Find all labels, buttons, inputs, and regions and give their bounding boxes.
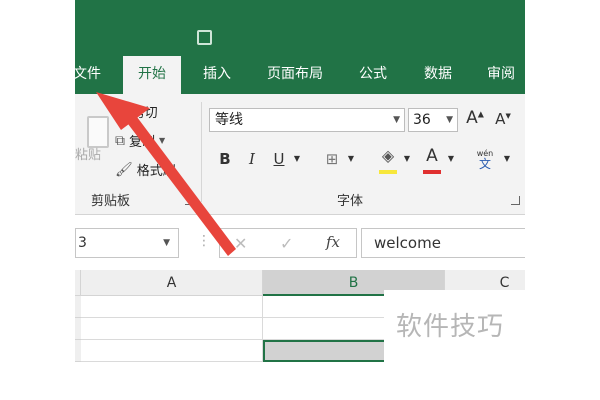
- grow-font-icon: A: [466, 108, 478, 128]
- copy-label: 复制: [129, 135, 156, 150]
- chevron-down-icon[interactable]: ▼: [445, 154, 457, 163]
- cell-a1[interactable]: [81, 296, 263, 318]
- tab-insert[interactable]: 插入: [193, 56, 241, 94]
- tab-formulas[interactable]: 公式: [351, 56, 395, 94]
- chevron-down-icon: ▼: [159, 136, 166, 145]
- title-bar: [75, 0, 525, 56]
- clipboard-group-label: 剪贴板: [91, 194, 131, 209]
- paste-label: 粘贴: [75, 148, 102, 163]
- font-group-label: 字体: [337, 194, 364, 209]
- formula-input[interactable]: welcome: [361, 228, 525, 258]
- underline-button[interactable]: U: [269, 150, 289, 168]
- tab-file[interactable]: 文件: [75, 56, 103, 94]
- chevron-down-icon[interactable]: ▼: [401, 154, 413, 163]
- phonetic-guide-button[interactable]: wén 文: [471, 148, 499, 170]
- paint-bucket-icon: ◈: [381, 146, 395, 165]
- formula-buttons: ✕ ✓ fx: [219, 228, 357, 258]
- font-name-select[interactable]: 等线 ▼: [209, 108, 405, 132]
- tab-page-layout[interactable]: 页面布局: [257, 56, 333, 94]
- copy-icon: ⧉: [115, 132, 125, 149]
- bold-button[interactable]: B: [215, 150, 235, 168]
- ribbon-tabs: 文件 开始 插入 页面布局 公式 数据 审阅: [75, 56, 525, 94]
- clipboard-launcher-icon[interactable]: [185, 196, 194, 205]
- grow-font-button[interactable]: A▲: [465, 108, 485, 128]
- shrink-font-button[interactable]: A▼: [493, 110, 513, 128]
- chevron-down-icon[interactable]: ▼: [291, 154, 303, 163]
- enter-icon[interactable]: ✓: [280, 234, 293, 253]
- tab-review[interactable]: 审阅: [479, 56, 523, 94]
- drag-handle-icon[interactable]: ⋮: [197, 234, 211, 248]
- font-color-button[interactable]: A: [421, 146, 443, 174]
- ribbon-home: 粘贴 ✂ 剪切 ⧉ 复制 ▼ 🖌 格式刷 剪贴板 等线 ▼ 36 ▼ A▲ A▼…: [75, 94, 525, 215]
- watermark-text: 软件技巧: [396, 312, 505, 342]
- chevron-down-icon: ▼: [163, 238, 170, 248]
- name-box-value: 3: [78, 235, 87, 251]
- format-painter-button[interactable]: 🖌 格式刷: [115, 160, 176, 180]
- name-box[interactable]: 3 ▼: [75, 228, 179, 258]
- font-name-value: 等线: [215, 112, 243, 128]
- chevron-down-icon[interactable]: ▼: [501, 154, 513, 163]
- fill-color-button[interactable]: ◈: [377, 146, 399, 174]
- cut-button[interactable]: ✂ 剪切: [115, 102, 158, 122]
- italic-button[interactable]: I: [243, 150, 261, 168]
- cut-label: 剪切: [131, 106, 158, 121]
- highlight-swatch: [379, 170, 397, 174]
- cell-a3[interactable]: [81, 340, 263, 362]
- copy-button[interactable]: ⧉ 复制 ▼: [115, 131, 166, 151]
- format-painter-label: 格式刷: [136, 164, 176, 179]
- font-size-select[interactable]: 36 ▼: [408, 108, 458, 132]
- font-size-value: 36: [413, 112, 431, 128]
- window-glyph-icon: [197, 30, 212, 45]
- font-color-icon: A: [426, 146, 438, 166]
- group-separator: [201, 102, 202, 202]
- font-color-swatch: [423, 170, 441, 174]
- tab-home[interactable]: 开始: [123, 56, 181, 94]
- insert-function-button[interactable]: fx: [326, 233, 340, 251]
- cell-a2[interactable]: [81, 318, 263, 340]
- shrink-font-icon: A: [495, 110, 506, 128]
- column-header-a[interactable]: A: [81, 270, 263, 296]
- tab-data[interactable]: 数据: [415, 56, 461, 94]
- cancel-icon[interactable]: ✕: [234, 234, 247, 253]
- formula-bar: 3 ▼ ⋮ ✕ ✓ fx welcome: [75, 224, 525, 262]
- phonetic-bottom-label: 文: [478, 157, 491, 171]
- font-launcher-icon[interactable]: [511, 196, 520, 205]
- brush-icon: 🖌: [115, 161, 133, 178]
- scissors-icon: ✂: [115, 102, 128, 121]
- chevron-down-icon[interactable]: ▼: [345, 154, 357, 163]
- chevron-down-icon: ▼: [393, 115, 400, 125]
- chevron-down-icon: ▼: [446, 115, 453, 125]
- border-icon[interactable]: ⊞: [321, 150, 343, 168]
